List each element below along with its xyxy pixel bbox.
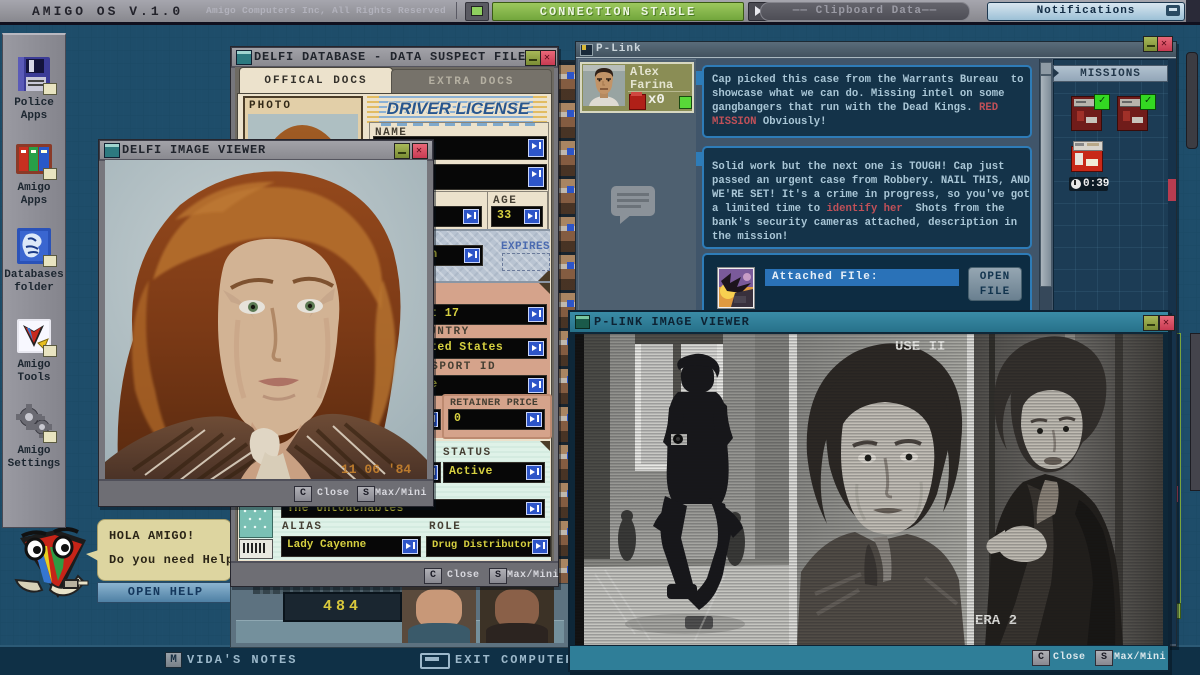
svg-text:11 06 '84: 11 06 '84	[341, 462, 411, 477]
